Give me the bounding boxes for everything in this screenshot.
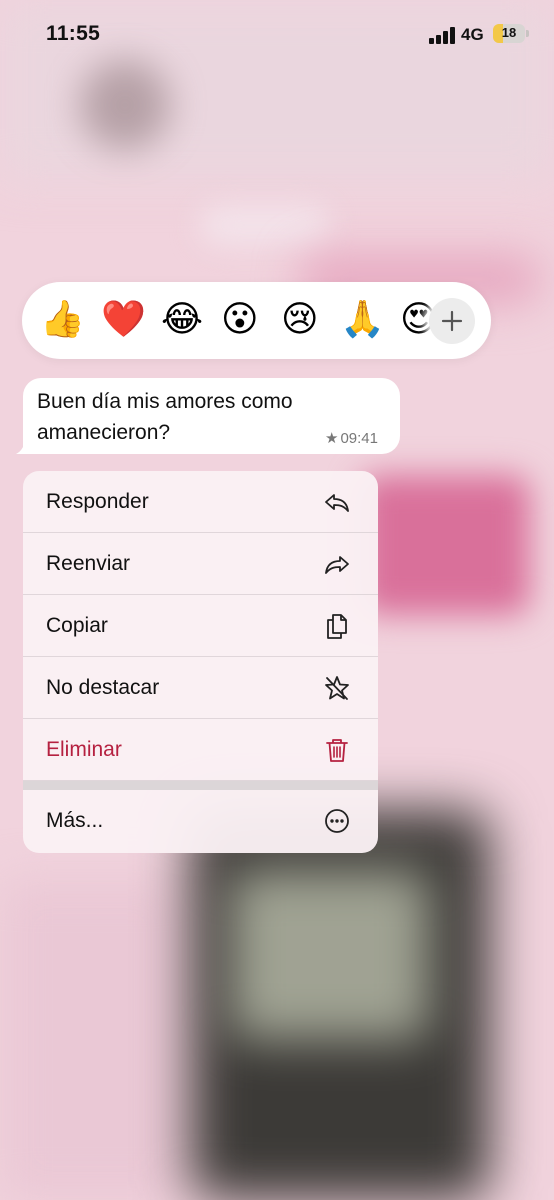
network-type: 4G: [461, 25, 484, 44]
battery-tip: [526, 30, 529, 37]
menu-item-label: Más...: [46, 809, 104, 832]
menu-item-forward[interactable]: Reenviar: [23, 533, 378, 595]
plus-icon: [441, 310, 463, 332]
reaction-heart[interactable]: ❤️: [101, 300, 146, 340]
reply-icon: [325, 494, 349, 512]
more-reactions-button[interactable]: [429, 298, 475, 344]
menu-separator: [23, 781, 378, 790]
message-text: Buen día mis amores como amanecieron?: [37, 390, 293, 444]
menu-item-reply[interactable]: Responder: [23, 471, 378, 533]
reaction-pray[interactable]: 🙏: [340, 300, 385, 340]
menu-item-label: Copiar: [46, 614, 108, 637]
message-context-menu: Responder Reenviar Copiar No destacar El…: [23, 471, 378, 853]
menu-item-label: Reenviar: [46, 552, 131, 575]
menu-item-delete[interactable]: Eliminar: [23, 719, 378, 781]
battery-level: 18: [501, 25, 517, 40]
star-icon: ★: [325, 430, 339, 447]
reaction-sad[interactable]: 😢: [281, 300, 319, 340]
status-time: 11:55: [46, 22, 101, 45]
reaction-laugh[interactable]: 😂: [161, 300, 203, 340]
reaction-thumbs-up[interactable]: 👍: [40, 300, 85, 340]
trash-icon: [326, 739, 348, 762]
menu-item-copy[interactable]: Copiar: [23, 595, 378, 657]
menu-item-more[interactable]: Más...: [23, 790, 378, 852]
reaction-bar: 👍 ❤️ 😂 😮 😢 🙏 😍: [22, 282, 491, 359]
battery-icon: 18: [493, 24, 525, 43]
unstar-icon: [325, 676, 349, 700]
message-meta: ★ 09:41: [325, 429, 378, 447]
cellular-signal-icon: [429, 27, 456, 44]
status-bar: 11:55 4G 18: [0, 0, 554, 70]
message-time: 09:41: [340, 430, 378, 447]
copy-icon: [327, 614, 347, 639]
reaction-surprised[interactable]: 😮: [221, 300, 259, 340]
forward-icon: [325, 556, 349, 574]
menu-item-label: Eliminar: [46, 738, 122, 761]
more-icon: [325, 809, 349, 833]
menu-item-label: No destacar: [46, 676, 160, 699]
menu-item-label: Responder: [46, 490, 149, 513]
menu-item-unstar[interactable]: No destacar: [23, 657, 378, 719]
